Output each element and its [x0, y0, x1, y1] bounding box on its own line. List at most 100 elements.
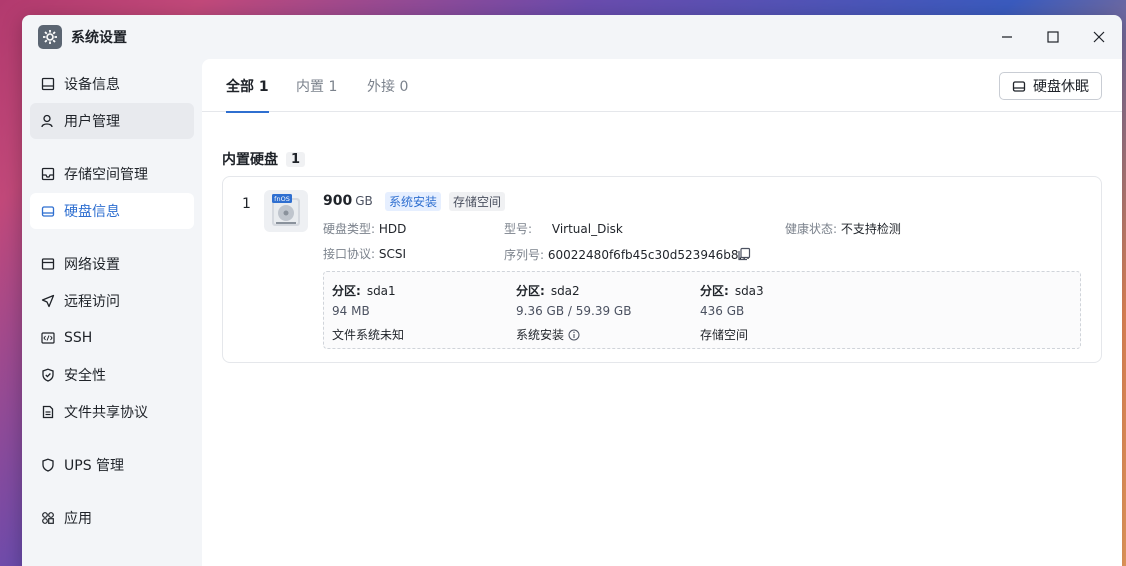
window-title: 系统设置 [71, 30, 127, 46]
ssh-icon [40, 330, 56, 346]
partition-name: 分区: sda3 [700, 282, 764, 299]
settings-app-icon [38, 25, 62, 49]
minimize-icon [1002, 36, 1012, 38]
sidebar-item-label: 远程访问 [64, 294, 120, 310]
disk-size-value: 900 [323, 193, 353, 209]
device-icon [40, 76, 56, 92]
section-title-text: 内置硬盘 [222, 152, 278, 168]
remote-icon [40, 293, 56, 309]
disk-model-value: Virtual_Disk [551, 222, 623, 236]
sidebar-item-label: SSH [64, 330, 93, 346]
disk-health-field: 健康状态: 不支持检测 [785, 220, 901, 237]
sidebar-item-user-management[interactable]: 用户管理 [30, 103, 194, 139]
partition-item: 分区: sda2 9.36 GB / 59.39 GB 系统安装 [508, 272, 688, 350]
disk-type-field: 硬盘类型: HDD [323, 220, 406, 237]
disk-health-value: 不支持检测 [840, 222, 901, 236]
user-icon [40, 113, 56, 129]
hard-disk-icon: fnOS [264, 190, 308, 232]
sidebar-item-label: 网络设置 [64, 257, 120, 273]
count-badge: 1 [286, 151, 306, 167]
partition-size: 94 MB [332, 304, 370, 318]
section-title: 内置硬盘 1 [222, 149, 306, 169]
sidebar-item-ups[interactable]: UPS 管理 [30, 447, 194, 483]
sidebar-item-file-share[interactable]: 文件共享协议 [30, 394, 194, 430]
partition-id: sda2 [550, 284, 580, 298]
disk-size-unit: GB [355, 194, 373, 208]
tab-internal[interactable]: 内置 1 [296, 59, 337, 112]
file-share-icon [40, 404, 56, 420]
sidebar: 设备信息 用户管理 存储空间管理 硬盘信息 网络设置 远程访问 SSH 安全性 [22, 59, 202, 566]
partition-filesystem: 系统安装 [516, 326, 580, 343]
sidebar-item-disk-info[interactable]: 硬盘信息 [30, 193, 194, 229]
partitions-panel: 分区: sda1 94 MB 文件系统未知 分区: sda2 9.36 GB / 5… [323, 271, 1081, 349]
close-button[interactable] [1076, 15, 1122, 59]
partition-name: 分区: sda1 [332, 282, 396, 299]
copy-icon[interactable] [737, 246, 751, 265]
partition-item: 分区: sda3 436 GB 存储空间 [692, 272, 872, 350]
partition-size: 9.36 GB / 59.39 GB [516, 304, 632, 318]
disk-type-key: 硬盘类型: [323, 222, 376, 236]
ups-icon [40, 457, 56, 473]
disk-model-key: 型号: [504, 222, 533, 236]
partition-size: 436 GB [700, 304, 745, 318]
disk-size: 900 GB [323, 193, 373, 209]
disk-brand-label: fnOS [274, 195, 290, 203]
partition-item: 分区: sda1 94 MB 文件系统未知 [324, 272, 504, 350]
disk-interface-field: 接口协议: SCSI [323, 245, 406, 262]
disk-type-value: HDD [378, 222, 407, 236]
sidebar-item-apps[interactable]: 应用 [30, 500, 194, 536]
sidebar-item-storage[interactable]: 存储空间管理 [30, 156, 194, 192]
sidebar-item-label: UPS 管理 [64, 458, 125, 474]
tag-storage: 存储空间 [449, 192, 506, 211]
disk-serial-key: 序列号: [504, 248, 545, 262]
tab-bar: 全部 1 内置 1 外接 0 硬盘休眠 [202, 59, 1122, 113]
sidebar-item-label: 设备信息 [64, 77, 120, 93]
disk-icon [40, 203, 56, 219]
disk-serial-value: 60022480f6fb45c30d523946b8... [547, 248, 750, 262]
disk-interface-value: SCSI [378, 247, 407, 261]
sidebar-item-ssh[interactable]: SSH [30, 320, 194, 356]
sidebar-item-device-info[interactable]: 设备信息 [30, 66, 194, 102]
sidebar-item-label: 用户管理 [64, 114, 120, 130]
disk-interface-key: 接口协议: [323, 247, 376, 261]
partition-id: sda1 [366, 284, 396, 298]
disk-model-field: 型号: Virtual_Disk [504, 220, 623, 237]
partition-key: 分区: [700, 284, 729, 298]
partition-filesystem: 文件系统未知 [332, 326, 404, 343]
partition-fs-label: 系统安装 [516, 328, 565, 342]
sidebar-item-remote-access[interactable]: 远程访问 [30, 283, 194, 319]
sidebar-item-security[interactable]: 安全性 [30, 357, 194, 393]
sidebar-item-network[interactable]: 网络设置 [30, 246, 194, 282]
disk-card[interactable]: 1 fnOS 900 GB 系统安装 存储空间 硬盘类型: HDD 型号: Vi… [222, 176, 1102, 363]
close-icon [1093, 31, 1105, 43]
disk-serial-field: 序列号: 60022480f6fb45c30d523946b8... [504, 246, 750, 263]
maximize-icon [1047, 31, 1059, 43]
sidebar-item-label: 应用 [64, 511, 92, 527]
minimize-button[interactable] [984, 15, 1030, 59]
partition-fs-label: 存储空间 [700, 328, 749, 342]
sidebar-item-label: 硬盘信息 [64, 204, 120, 220]
disk-index: 1 [242, 196, 251, 212]
disk-icon [1012, 81, 1026, 92]
disk-sleep-button[interactable]: 硬盘休眠 [999, 72, 1102, 100]
maximize-button[interactable] [1030, 15, 1076, 59]
tab-all[interactable]: 全部 1 [226, 59, 269, 113]
partition-key: 分区: [516, 284, 545, 298]
info-icon[interactable] [568, 329, 580, 341]
shield-icon [40, 367, 56, 383]
apps-icon [40, 510, 56, 526]
partition-id: sda3 [734, 284, 764, 298]
disk-health-key: 健康状态: [785, 222, 838, 236]
network-icon [40, 256, 56, 272]
sidebar-item-label: 安全性 [64, 368, 106, 384]
sidebar-item-label: 存储空间管理 [64, 167, 148, 183]
tag-system-install: 系统安装 [385, 192, 442, 211]
partition-filesystem: 存储空间 [700, 326, 748, 343]
title-bar: 系统设置 [22, 15, 1122, 59]
partition-fs-label: 文件系统未知 [332, 328, 405, 342]
settings-window: 系统设置 设备信息 用户管理 存储空间管理 硬盘信息 网络设置 远程访问 SSH… [22, 15, 1122, 566]
tab-external[interactable]: 外接 0 [367, 59, 408, 112]
disk-sleep-label: 硬盘休眠 [1033, 79, 1089, 95]
partition-key: 分区: [332, 284, 361, 298]
main-panel: 全部 1 内置 1 外接 0 硬盘休眠 内置硬盘 1 1 fnOS 900 GB… [202, 59, 1122, 566]
